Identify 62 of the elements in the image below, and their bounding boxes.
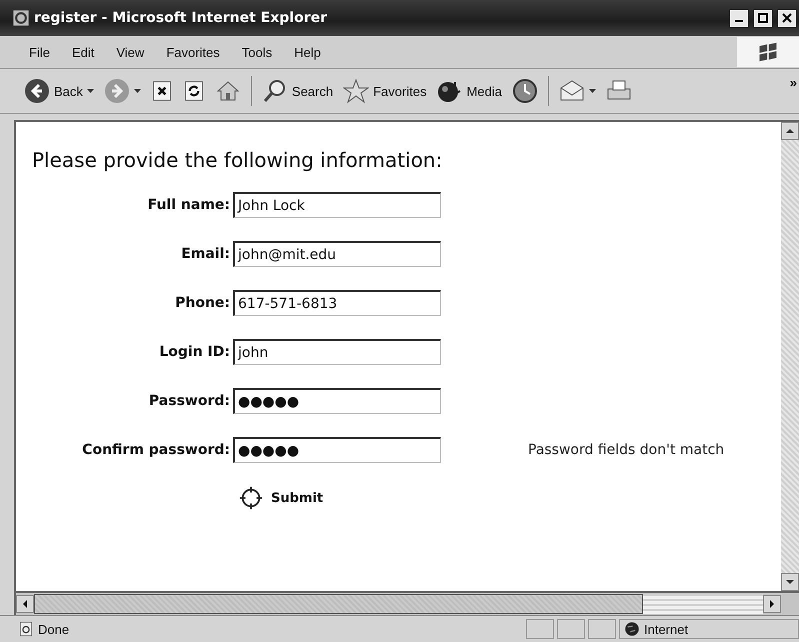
status-text: Done: [38, 622, 70, 636]
favorites-button[interactable]: Favorites: [341, 78, 429, 104]
menu-item[interactable]: Favorites: [155, 44, 231, 60]
window-title: register - Microsoft Internet Explorer: [34, 10, 328, 26]
up-arrow-icon: [786, 129, 794, 133]
menu-item[interactable]: File: [18, 44, 61, 60]
input-field[interactable]: ●●●●●: [233, 437, 441, 463]
maximize-button[interactable]: [753, 8, 773, 28]
scroll-down-button[interactable]: [781, 573, 799, 591]
scrollbar-thumb[interactable]: [34, 594, 643, 614]
input-field[interactable]: john: [233, 339, 441, 365]
vertical-scrollbar[interactable]: [781, 122, 799, 591]
field-label: Password:: [148, 393, 230, 409]
stop-icon: [150, 80, 173, 102]
menu-item[interactable]: Edit: [60, 44, 106, 60]
scroll-left-button[interactable]: [16, 595, 34, 613]
caret-icon: [134, 89, 141, 93]
field-label: Full name:: [148, 197, 230, 213]
media-button[interactable]: Media: [434, 78, 504, 104]
left-arrow-icon: [23, 600, 27, 608]
globe-icon: [624, 621, 640, 637]
field-label: Email:: [181, 246, 230, 262]
flag-icon: [757, 41, 779, 63]
menu-item[interactable]: View: [105, 44, 156, 60]
scroll-right-button[interactable]: [763, 595, 781, 613]
input-field[interactable]: ●●●●●: [233, 388, 441, 414]
refresh-icon: [182, 80, 205, 102]
back-button[interactable]: Back: [22, 78, 96, 104]
submit-button[interactable]: Submit: [239, 486, 324, 510]
maximize-icon: [758, 13, 768, 23]
scroll-up-button[interactable]: [781, 122, 799, 140]
caret-icon: [589, 89, 596, 93]
caret-icon: [86, 89, 94, 93]
close-button[interactable]: [777, 8, 797, 28]
status-pane: [588, 619, 616, 639]
minimize-button[interactable]: [729, 8, 749, 28]
page-heading: Please provide the following information:: [32, 148, 444, 172]
right-arrow-icon: [770, 600, 774, 608]
more-button[interactable]: »: [788, 75, 799, 90]
input-field[interactable]: 617-571-6813: [233, 290, 441, 316]
down-arrow-icon: [786, 580, 794, 584]
horizontal-scrollbar[interactable]: [14, 593, 799, 615]
error-message: Password fields don't match: [528, 442, 726, 458]
history-icon: [512, 78, 538, 104]
search-button[interactable]: Search: [260, 78, 336, 104]
field-label: Login ID:: [159, 344, 230, 360]
menu-item[interactable]: Tools: [230, 44, 284, 60]
security-zone: Internet: [644, 622, 688, 636]
status-pane: [526, 619, 554, 639]
input-field[interactable]: john@mit.edu: [233, 241, 441, 267]
menu-item[interactable]: Help: [283, 44, 332, 60]
search-icon: [262, 78, 288, 104]
browser-icon: [12, 9, 30, 27]
status-pane: [557, 619, 585, 639]
star-icon: [343, 78, 370, 104]
field-label: Confirm password:: [82, 442, 230, 458]
crosshair-icon: [239, 486, 263, 510]
input-field[interactable]: John Lock: [233, 192, 441, 218]
history-button[interactable]: [510, 78, 540, 104]
close-icon: [782, 13, 792, 23]
page-icon: [18, 621, 34, 637]
field-label: Phone:: [175, 295, 230, 311]
